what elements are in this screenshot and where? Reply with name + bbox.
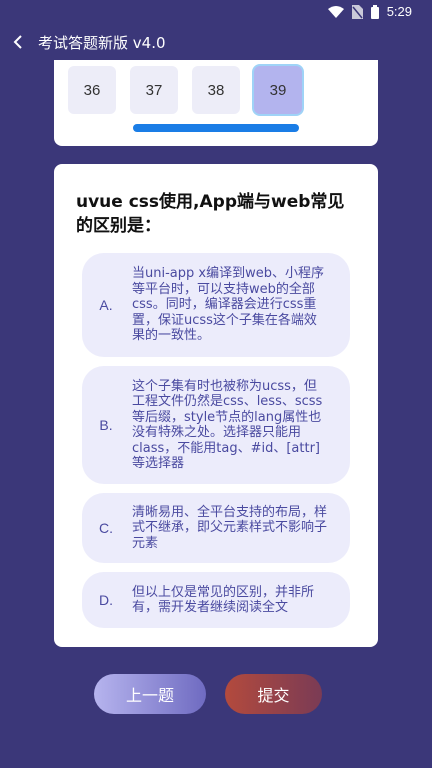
submit-button[interactable]: 提交 (225, 674, 322, 714)
option-letter: B. (99, 417, 113, 433)
wifi-icon (327, 5, 344, 18)
option-text: 当uni-app x编译到web、小程序等平台时，可以支持web的全部css。同… (132, 266, 324, 344)
question-number-37[interactable]: 37 (130, 66, 178, 114)
question-number-38[interactable]: 38 (192, 66, 240, 114)
option-d[interactable]: D. 但以上仅是常见的区别，并非所有，需开发者继续阅读全文 (82, 572, 350, 628)
previous-question-button[interactable]: 上一题 (94, 674, 206, 714)
option-a[interactable]: A. 当uni-app x编译到web、小程序等平台时，可以支持web的全部cs… (82, 253, 350, 357)
question-number-39[interactable]: 39 (254, 66, 302, 114)
option-text: 这个子集有时也被称为ucss，但工程文件仍然是css、less、scss等后缀，… (132, 378, 323, 472)
app-bar: 考试答题新版 v4.0 (0, 24, 432, 60)
question-card: uvue css使用,App端与web常见的区别是： A. 当uni-app x… (54, 164, 378, 647)
option-letter: D. (99, 592, 113, 608)
option-b[interactable]: B. 这个子集有时也被称为ucss，但工程文件仍然是css、less、scss等… (82, 366, 350, 484)
battery-icon (370, 4, 379, 19)
page-title: 考试答题新版 v4.0 (38, 33, 166, 52)
question-number-36[interactable]: 36 (68, 66, 116, 114)
option-c[interactable]: C. 清晰易用、全平台支持的布局，样式不继承，即父元素样式不影响子元素 (82, 493, 350, 563)
option-text: 但以上仅是常见的区别，并非所有，需开发者继续阅读全文 (132, 584, 315, 616)
status-time: 5:29 (386, 4, 412, 19)
progress-bar (133, 124, 299, 132)
back-button[interactable] (0, 24, 36, 60)
question-nav-card: 36 37 38 39 (54, 60, 378, 146)
sim-icon (351, 4, 363, 19)
chevron-left-icon (13, 35, 22, 49)
option-letter: C. (99, 520, 113, 536)
status-bar: 5:29 (0, 0, 432, 24)
option-text: 清晰易用、全平台支持的布局，样式不继承，即父元素样式不影响子元素 (132, 504, 328, 551)
option-letter: A. (99, 297, 113, 313)
question-text: uvue css使用,App端与web常见的区别是： (76, 192, 345, 236)
